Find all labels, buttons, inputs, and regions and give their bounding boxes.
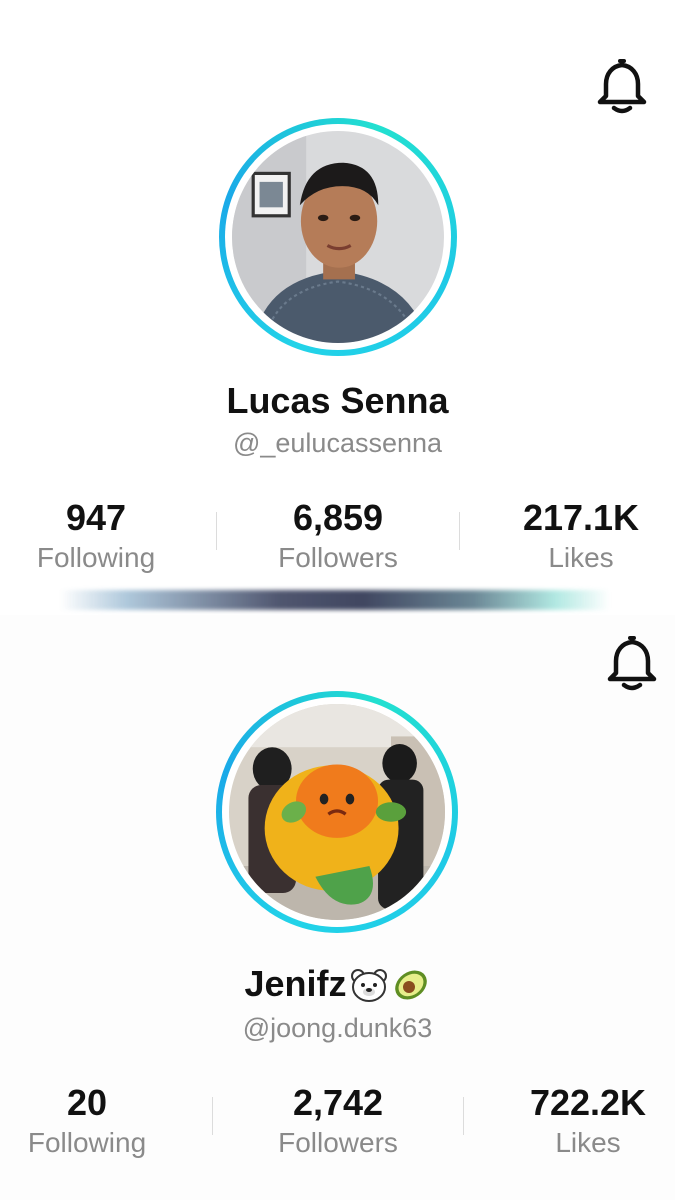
likes-count: 217.1K <box>522 497 640 538</box>
divider <box>212 1097 213 1135</box>
following-label: Following <box>36 542 156 573</box>
stat-likes[interactable]: 722.2K Likes <box>488 1083 675 1163</box>
followers-label: Followers <box>278 1127 398 1158</box>
profile-name: Jenifz <box>0 963 675 1011</box>
profile-handle: @joong.dunk63 <box>242 1013 433 1043</box>
avocado-emoji <box>391 968 431 1011</box>
stat-following[interactable]: 20 Following <box>0 1083 187 1163</box>
likes-label: Likes <box>555 1127 621 1158</box>
divider <box>459 512 460 550</box>
stat-likes[interactable]: 217.1K Likes <box>481 498 675 578</box>
stat-followers[interactable]: 6,859 Followers <box>238 498 438 578</box>
profile-stats: 947 Following 6,859 Followers 217.1K Lik… <box>0 498 675 578</box>
divider <box>216 512 217 550</box>
following-count: 947 <box>65 497 127 538</box>
following-label: Following <box>27 1127 147 1158</box>
stat-following[interactable]: 947 Following <box>0 498 196 578</box>
stat-followers[interactable]: 2,742 Followers <box>238 1083 438 1163</box>
followers-label: Followers <box>278 542 398 573</box>
bell-icon[interactable] <box>604 633 660 693</box>
following-count: 20 <box>66 1082 108 1123</box>
avatar <box>232 131 444 343</box>
divider <box>463 1097 464 1135</box>
avatar-ring[interactable] <box>216 691 458 933</box>
profile-name-text: Jenifz <box>244 963 347 1004</box>
polar-bear-emoji <box>349 968 389 1011</box>
profile-handle: @_eulucassenna <box>232 428 443 458</box>
profile-name: Lucas Senna <box>226 380 449 421</box>
likes-count: 722.2K <box>529 1082 647 1123</box>
likes-label: Likes <box>548 542 614 573</box>
profile-stats: 20 Following 2,742 Followers 722.2K Like… <box>0 1083 675 1163</box>
followers-count: 6,859 <box>292 497 384 538</box>
followers-count: 2,742 <box>292 1082 384 1123</box>
bell-icon[interactable] <box>594 56 650 116</box>
avatar-ring[interactable] <box>219 118 457 356</box>
avatar <box>229 704 445 920</box>
profile-card-1: Lucas Senna @_eulucassenna 947 Following… <box>0 0 675 590</box>
profile-card-2: Jenifz @joong.dunk63 20 Following 2,742 … <box>0 615 675 1200</box>
separator-band <box>60 590 610 610</box>
